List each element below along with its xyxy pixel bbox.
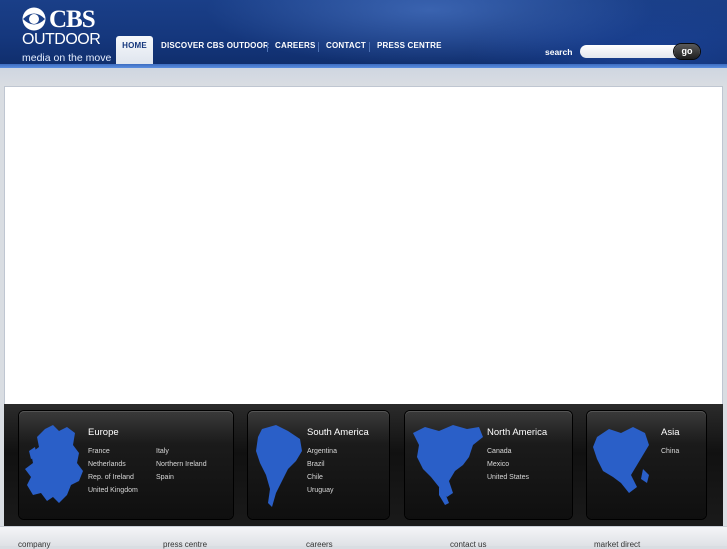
logo-tagline: media on the move — [22, 52, 112, 64]
main-content-panel — [4, 86, 723, 404]
country-link[interactable]: France — [88, 447, 110, 456]
asia-map-icon — [593, 427, 649, 493]
country-link[interactable]: Mexico — [487, 460, 509, 469]
region-title-south-america: South America — [307, 427, 369, 438]
europe-map-icon — [25, 425, 83, 503]
search-label: search — [545, 47, 573, 57]
country-link[interactable]: Netherlands — [88, 460, 126, 469]
country-link[interactable]: Uruguay — [307, 486, 333, 495]
country-link[interactable]: United States — [487, 473, 529, 482]
regions-band: Europe France Netherlands Rep. of Irelan… — [4, 404, 723, 526]
region-card-europe[interactable]: Europe France Netherlands Rep. of Irelan… — [19, 411, 233, 519]
country-link[interactable]: Spain — [156, 473, 174, 482]
country-link[interactable]: China — [661, 447, 679, 456]
country-link[interactable]: Chile — [307, 473, 323, 482]
country-link[interactable]: United Kingdom — [88, 486, 138, 495]
region-card-north-america[interactable]: North America Canada Mexico United State… — [405, 411, 572, 519]
nav-separator — [267, 42, 268, 52]
region-title-north-america: North America — [487, 427, 548, 438]
north-america-map-icon — [413, 425, 483, 505]
nav-separator — [369, 42, 370, 52]
country-link[interactable]: Brazil — [307, 460, 325, 469]
region-title-asia: Asia — [661, 427, 680, 438]
site-header: CBS OUTDOOR media on the move HOME DISCO… — [0, 0, 727, 68]
nav-discover[interactable]: DISCOVER CBS OUTDOOR — [161, 36, 269, 64]
search-go-button[interactable]: go — [674, 44, 700, 59]
nav-careers[interactable]: CAREERS — [275, 36, 316, 64]
south-america-map-icon — [256, 425, 302, 507]
region-card-asia[interactable]: Asia China — [587, 411, 706, 519]
country-link[interactable]: Argentina — [307, 447, 337, 456]
country-link[interactable]: Rep. of Ireland — [88, 473, 134, 482]
site-footer: company press centre careers contact us … — [0, 526, 727, 549]
region-title-europe: Europe — [88, 427, 119, 438]
region-card-south-america[interactable]: South America Argentina Brazil Chile Uru… — [248, 411, 389, 519]
nav-home[interactable]: HOME — [116, 36, 153, 64]
logo-sub-text: OUTDOOR — [22, 31, 101, 48]
country-link[interactable]: Canada — [487, 447, 512, 456]
country-link[interactable]: Italy — [156, 447, 169, 456]
logo-brand-text: CBS — [49, 6, 96, 33]
cbs-eye-icon — [22, 7, 46, 31]
nav-separator — [318, 42, 319, 52]
cbs-outdoor-logo[interactable]: CBS OUTDOOR media on the move — [22, 4, 112, 64]
nav-press-centre[interactable]: PRESS CENTRE — [377, 36, 442, 64]
country-link[interactable]: Northern Ireland — [156, 460, 207, 469]
header-shadow-strip — [0, 68, 727, 86]
nav-contact[interactable]: CONTACT — [326, 36, 366, 64]
